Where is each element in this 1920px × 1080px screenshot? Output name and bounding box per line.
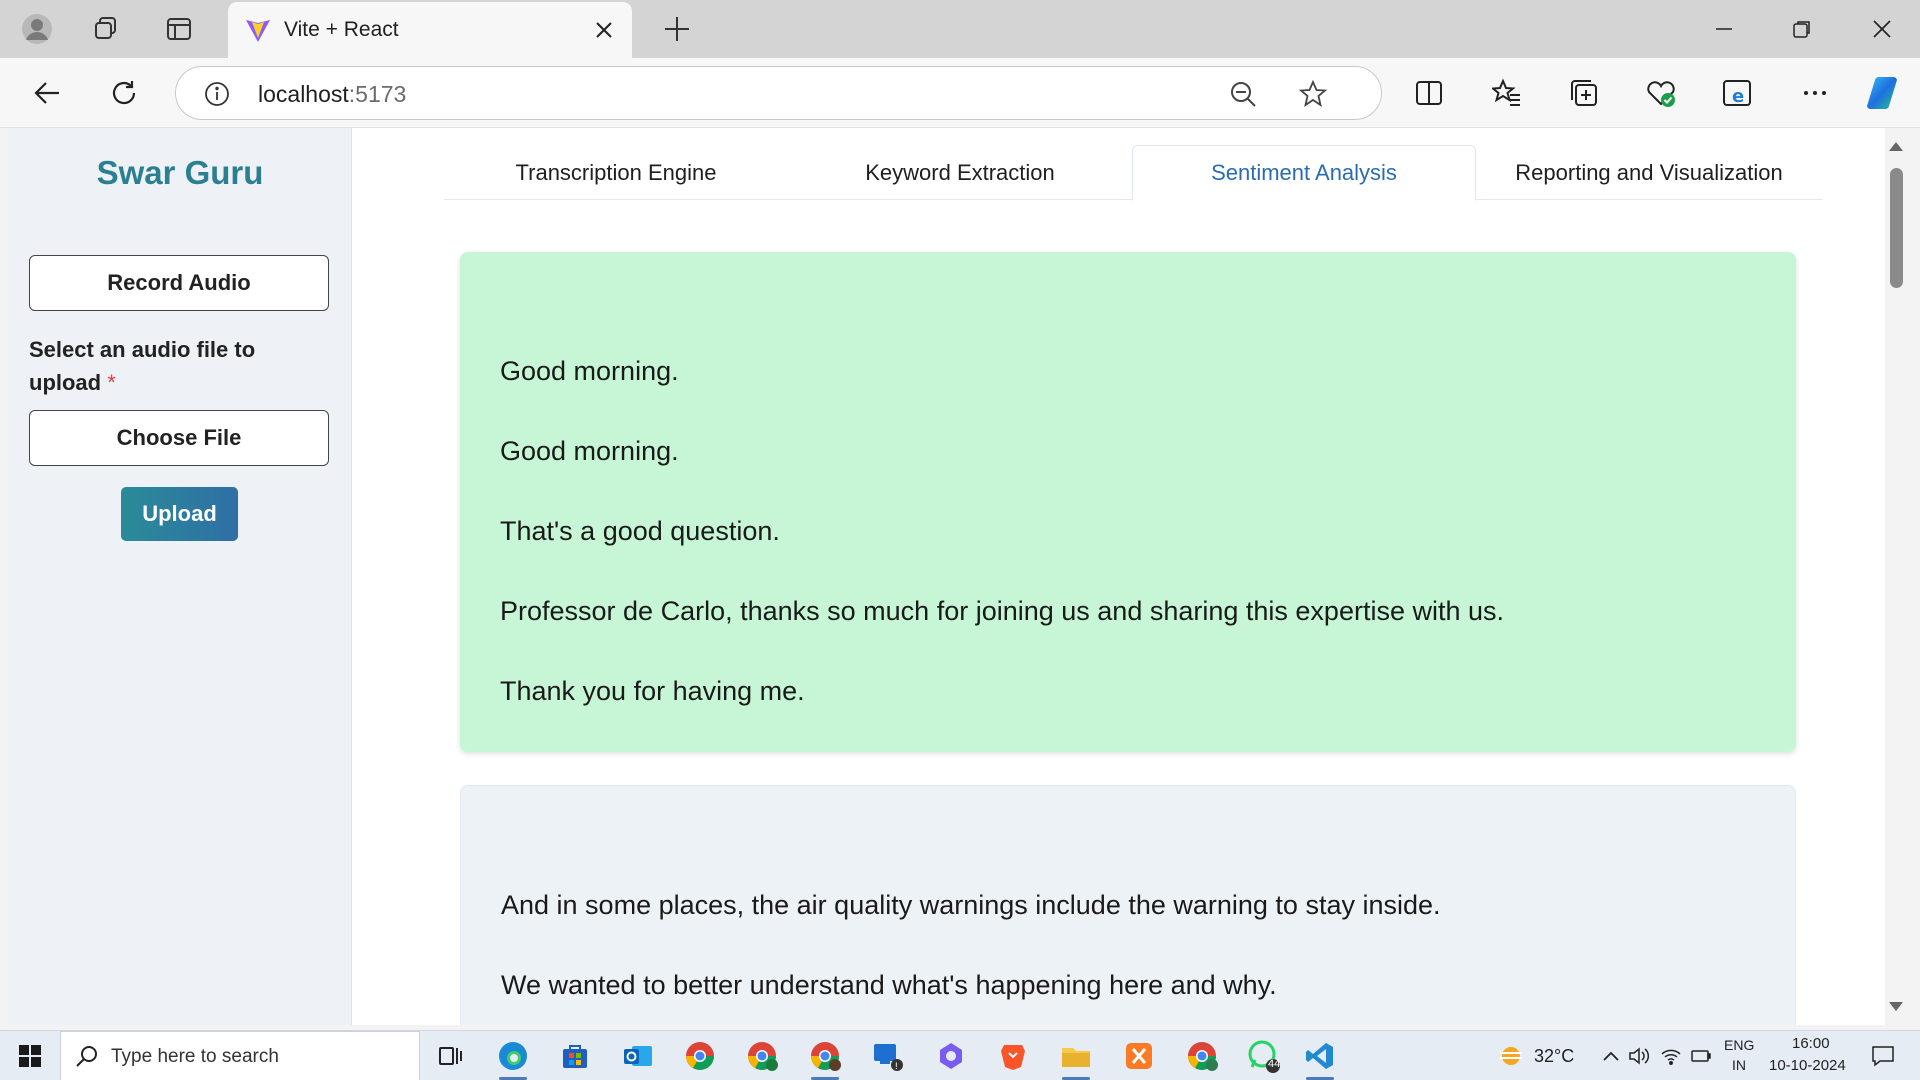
required-mark: * — [107, 370, 116, 395]
sidebar: Swar Guru Record Audio Select an audio f… — [8, 128, 352, 1025]
transcript-line: Good morning. — [500, 356, 679, 386]
language-code[interactable]: ENG — [1724, 1037, 1754, 1053]
browser-essentials-icon[interactable] — [1638, 70, 1684, 116]
upload-button[interactable]: Upload — [121, 487, 238, 541]
edge-taskbar-icon[interactable] — [493, 1036, 533, 1080]
brand-title: Swar Guru — [96, 154, 264, 191]
copilot-taskbar-icon[interactable] — [931, 1036, 971, 1076]
tab-sentiment-analysis[interactable]: Sentiment Analysis — [1132, 145, 1476, 201]
network-icon[interactable] — [1660, 1045, 1682, 1067]
browser-toolbar: localhost:5173 e — [0, 58, 1920, 128]
chrome-icon[interactable] — [680, 1036, 720, 1076]
favorite-star-icon[interactable] — [1296, 77, 1330, 111]
sentiment-card-neutral: And in some places, the air quality warn… — [460, 785, 1796, 1025]
svg-text:e: e — [1732, 86, 1744, 107]
scroll-up-arrow-icon[interactable] — [1889, 142, 1903, 151]
tab-reporting-visualization[interactable]: Reporting and Visualization — [1477, 145, 1821, 200]
show-hidden-icons-icon[interactable] — [1600, 1045, 1622, 1067]
transcript-line: Thank you for having me. — [500, 676, 805, 706]
url-host: localhost — [258, 81, 349, 107]
search-placeholder: Type here to search — [111, 1046, 279, 1067]
store-icon[interactable] — [555, 1036, 595, 1076]
transcript-line: Good morning. — [500, 436, 679, 466]
windows-start-icon[interactable] — [10, 1038, 50, 1074]
new-tab-icon[interactable] — [658, 10, 696, 48]
battery-icon[interactable] — [1690, 1045, 1712, 1067]
whatsapp-badge: 44 — [1268, 1058, 1281, 1070]
tab-transcription-engine[interactable]: Transcription Engine — [444, 145, 788, 200]
language-region[interactable]: IN — [1732, 1057, 1746, 1073]
address-bar[interactable]: localhost:5173 — [175, 66, 1382, 120]
browser-tab-active[interactable]: Vite + React — [228, 2, 632, 58]
vite-favicon-icon — [244, 16, 272, 49]
url-port: :5173 — [348, 81, 407, 107]
search-icon — [75, 1044, 99, 1073]
tab-list: Transcription Engine Keyword Extraction … — [444, 145, 1823, 201]
vscode-icon[interactable] — [1300, 1036, 1340, 1080]
site-info-icon[interactable] — [204, 81, 230, 112]
copilot-icon[interactable] — [1860, 70, 1906, 116]
tab-keyword-extraction[interactable]: Keyword Extraction — [788, 145, 1132, 200]
upload-label: Select an audio file to upload * — [29, 333, 329, 399]
whatsapp-icon[interactable]: 44 — [1244, 1036, 1284, 1076]
file-explorer-icon[interactable] — [1056, 1036, 1096, 1080]
brave-icon[interactable] — [993, 1036, 1033, 1076]
page-scrollbar[interactable] — [1885, 128, 1907, 1025]
url-text[interactable]: localhost:5173 — [258, 81, 406, 108]
remote-desktop-icon[interactable]: ! — [868, 1036, 908, 1076]
weather-temp[interactable]: 32°C — [1534, 1046, 1574, 1067]
chrome-alt-icon[interactable] — [1182, 1036, 1222, 1076]
volume-icon[interactable] — [1628, 1045, 1650, 1067]
main-content: Transcription Engine Keyword Extraction … — [352, 128, 1893, 1025]
transcript-line: We wanted to better understand what's ha… — [501, 970, 1277, 1000]
close-window-icon[interactable] — [1854, 8, 1910, 50]
page-viewport: Swar Guru Record Audio Select an audio f… — [8, 128, 1893, 1025]
notifications-icon[interactable] — [1870, 1043, 1896, 1069]
xampp-icon[interactable] — [1119, 1036, 1159, 1076]
weather-icon[interactable] — [1496, 1045, 1526, 1067]
tab-title: Vite + React — [284, 18, 399, 41]
zoom-out-icon[interactable] — [1226, 77, 1260, 111]
tab-actions-icon[interactable] — [160, 10, 198, 48]
upload-label-text: Select an audio file to upload — [29, 337, 256, 395]
outlook-icon[interactable] — [618, 1036, 658, 1076]
minimize-icon[interactable] — [1696, 8, 1752, 50]
scroll-thumb[interactable] — [1890, 168, 1903, 288]
transcript-line: And in some places, the air quality warn… — [501, 890, 1441, 920]
split-screen-icon[interactable] — [1406, 70, 1452, 116]
chrome-profile-k-icon[interactable] — [805, 1036, 845, 1080]
choose-file-button[interactable]: Choose File — [29, 410, 329, 466]
refresh-icon[interactable] — [101, 70, 147, 116]
back-icon[interactable] — [24, 70, 70, 116]
transcript-line: Professor de Carlo, thanks so much for j… — [500, 596, 1504, 626]
browser-tab-strip: Vite + React — [0, 0, 1920, 58]
taskbar-search[interactable]: Type here to search — [60, 1031, 420, 1080]
collections-icon[interactable] — [1561, 70, 1607, 116]
svg-text:!: ! — [895, 1062, 899, 1072]
task-view-icon[interactable] — [430, 1036, 470, 1076]
transcript-line: That's a good question. — [500, 516, 780, 546]
clock-time[interactable]: 16:00 — [1792, 1035, 1830, 1052]
scroll-down-arrow-icon[interactable] — [1889, 1002, 1903, 1011]
restore-icon[interactable] — [1774, 8, 1830, 50]
ie-mode-icon[interactable]: e — [1715, 70, 1761, 116]
chrome-profile-icon[interactable] — [742, 1036, 782, 1076]
workspaces-icon[interactable] — [87, 10, 125, 48]
close-tab-icon[interactable] — [586, 12, 622, 48]
favorites-icon[interactable] — [1484, 70, 1530, 116]
profile-icon[interactable] — [18, 10, 56, 48]
more-options-icon[interactable] — [1792, 70, 1838, 116]
windows-taskbar: Type here to search ! 44 32°C ENG IN 16:… — [0, 1030, 1920, 1080]
sentiment-card-positive: Good morning. Good morning. That's a goo… — [460, 252, 1796, 752]
clock-date[interactable]: 10-10-2024 — [1769, 1057, 1846, 1074]
record-audio-button[interactable]: Record Audio — [29, 255, 329, 311]
